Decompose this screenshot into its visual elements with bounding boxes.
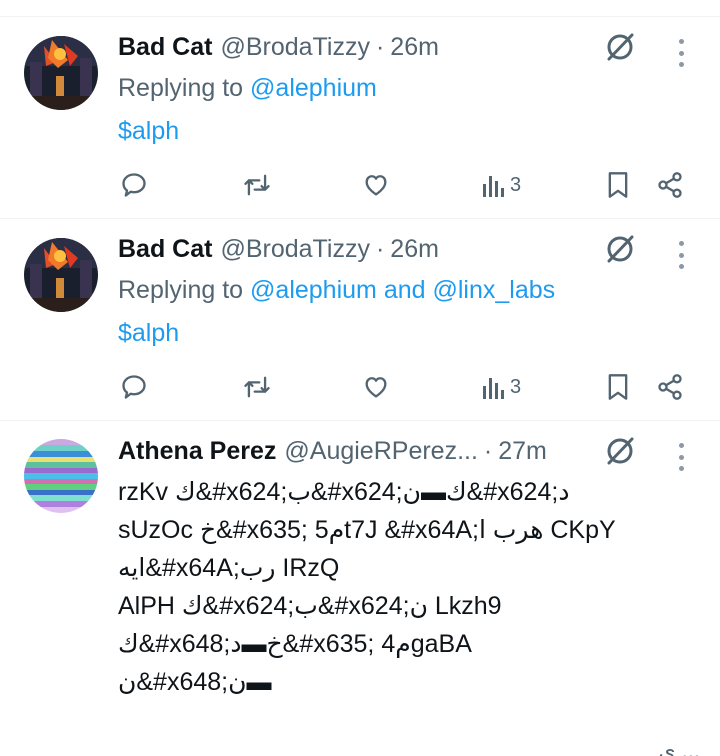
bookmark-icon [608,172,628,198]
tweet-body: $alph [118,319,180,347]
grok-icon[interactable] [604,233,636,265]
reply-button[interactable] [120,371,148,403]
bookmark-button[interactable] [606,169,630,201]
mention-link[interactable]: @linx_labs [433,276,556,304]
avatar[interactable] [24,439,98,513]
more-icon[interactable] [674,241,688,269]
retweet-icon [244,376,270,398]
tweet-body-line: rzKv ك&#x624;ب&#x624;ك▬ن&#x624;د [118,478,570,506]
separator-dot: · [375,235,385,263]
reply-button[interactable] [120,169,148,201]
share-button[interactable] [656,371,684,403]
tweet-body: rzKv ك&#x624;ب&#x624;ك▬ن&#x624;د sUzOc خ… [118,473,678,701]
mention-link[interactable]: @alephium [250,276,377,304]
retweet-button[interactable] [242,371,272,403]
views-icon [483,378,504,399]
tweet-body-line: sUzOc خ&#x635; م5t7J &#x64A;هرب ا CKpY [118,516,616,544]
reply-icon [122,173,146,197]
tweet-body-line: ايه&#x64A;رب IRzQ [118,554,340,582]
user-handle[interactable]: @AugieRPerez... [284,437,478,466]
tweet-header: Bad Cat @BrodaTizzy · 26m [118,235,600,267]
views-button[interactable]: 3 [482,169,521,201]
share-button[interactable] [656,169,684,201]
like-button[interactable] [362,371,390,403]
avatar[interactable] [24,238,98,312]
more-icon[interactable] [674,443,688,471]
replying-to-label: Replying to [118,74,244,102]
tweet-2[interactable]: Bad Cat @BrodaTizzy · 26m Replying to @a… [0,219,720,419]
replying-to-label: Replying to [118,276,244,304]
views-icon [483,176,504,197]
retweet-button[interactable] [242,169,272,201]
like-icon [365,377,387,398]
bookmark-icon [608,374,628,400]
retweet-icon [244,174,270,196]
display-name[interactable]: Bad Cat [118,235,212,264]
tweet-body-line: ك&#x648;خ▬د&#x635; م4gaBA [118,630,472,658]
tweet-header: Athena Perez @AugieRPerez... · 27m [118,437,600,469]
timestamp[interactable]: 26m [390,33,439,62]
share-icon [658,172,682,198]
next-tweet-peek: ي ... [658,738,700,756]
action-bar: 3 [0,169,720,201]
separator-dot: · [375,33,385,61]
action-bar: 3 [0,371,720,403]
replying-to: Replying to @alephium and @linx_labs [118,276,555,305]
tweet-header: Bad Cat @BrodaTizzy · 26m [118,33,600,65]
avatar[interactable] [24,36,98,110]
tweet-body-line: AlPH ك&#x624;ب&#x624;ن Lkzh9 [118,592,502,620]
mention-joiner: and [383,276,426,304]
share-icon [658,374,682,400]
separator-dot: · [483,437,493,465]
display-name[interactable]: Athena Perez [118,437,276,466]
timestamp[interactable]: 26m [390,235,439,264]
reply-icon [122,375,146,399]
grok-icon[interactable] [604,435,636,467]
display-name[interactable]: Bad Cat [118,33,212,62]
mention-link[interactable]: @alephium [250,74,377,102]
views-count: 3 [510,173,522,196]
bookmark-button[interactable] [606,371,630,403]
more-icon[interactable] [674,39,688,67]
tweet-body-line: ن&#x648;ن▬ [118,668,272,696]
grok-icon[interactable] [604,31,636,63]
timestamp[interactable]: 27m [498,437,547,466]
views-count: 3 [510,375,522,398]
like-icon [365,175,387,196]
views-button[interactable]: 3 [482,371,521,403]
like-button[interactable] [362,169,390,201]
tweet-3[interactable]: Athena Perez @AugieRPerez... · 27m rzKv … [0,421,720,756]
user-handle[interactable]: @BrodaTizzy [220,33,370,62]
tweet-1[interactable]: Bad Cat @BrodaTizzy · 26m Replying to @a… [0,17,720,217]
user-handle[interactable]: @BrodaTizzy [220,235,370,264]
tweet-body: $alph [118,117,180,145]
replying-to: Replying to @alephium [118,74,377,103]
